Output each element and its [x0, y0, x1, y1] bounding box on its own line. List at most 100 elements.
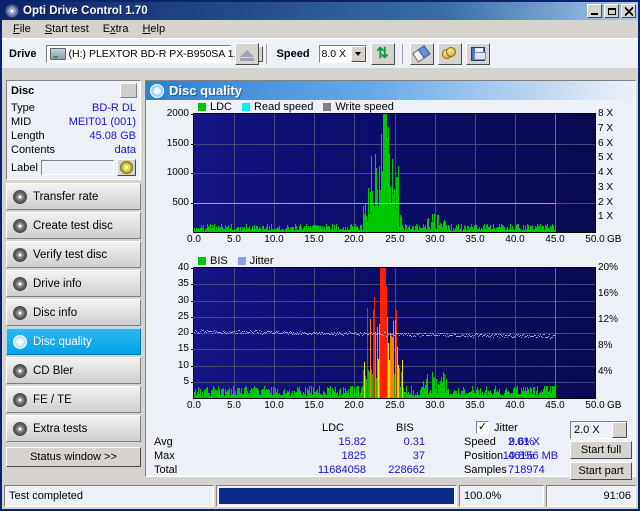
start-part-button[interactable]: Start part — [570, 462, 632, 480]
tick-mark — [191, 349, 194, 350]
eject-icon — [239, 50, 254, 61]
stats-ldc-total: 11684058 — [317, 464, 366, 476]
toolbar-divider — [265, 43, 267, 64]
sidebar-item-disc-info[interactable]: Disc info — [6, 299, 141, 326]
start-full-button[interactable]: Start full — [570, 441, 632, 459]
axis-line — [193, 113, 596, 114]
speed-select[interactable]: 8.0 X — [318, 44, 367, 63]
sidebar-item-verify-test-disc[interactable]: Verify test disc — [6, 241, 141, 268]
x-axis-tick: 30.0 — [425, 400, 445, 411]
erase-button[interactable] — [409, 42, 434, 65]
disc-label-row: Label — [11, 159, 136, 176]
stats-bis-max: 37 — [412, 450, 425, 462]
page-title: Disc quality — [169, 83, 242, 98]
y2-axis-tick: 20% — [598, 262, 619, 273]
window-title: Opti Drive Control 1.70 — [23, 5, 148, 17]
y-axis-tick: 500 — [172, 197, 189, 208]
eraser-icon — [411, 44, 432, 63]
save-button[interactable] — [465, 42, 490, 65]
position-marker — [555, 114, 556, 232]
sidebar-item-extra-tests[interactable]: Extra tests — [6, 415, 141, 442]
tick-mark — [191, 203, 194, 204]
disc-row-length: Length 45.08 GB — [11, 129, 136, 143]
disc-row-key: MID — [11, 116, 32, 128]
sidebar-item-drive-info[interactable]: Drive info — [6, 270, 141, 297]
sidebar-item-label: FE / TE — [33, 393, 72, 406]
tick-mark — [191, 317, 194, 318]
disc-row-mid: MID MEIT01 (001) — [11, 115, 136, 129]
title-bar: Opti Drive Control 1.70 — [2, 2, 638, 20]
y-axis-tick: 2000 — [166, 108, 189, 119]
cd-icon — [120, 161, 133, 174]
sidebar-item-fe-te[interactable]: FE / TE — [6, 386, 141, 413]
elapsed-time: 91:06 — [546, 485, 636, 507]
read-speed-line — [194, 203, 556, 204]
y2-axis-tick: 8 X — [598, 108, 614, 119]
y-axis-tick: 5 — [183, 376, 189, 387]
y2-axis-tick: 5 X — [598, 152, 614, 163]
y-axis-tick: 30 — [177, 295, 189, 306]
menu-help[interactable]: Help — [135, 21, 172, 37]
disc-row-key: Length — [11, 130, 45, 142]
eject-button[interactable] — [234, 42, 259, 65]
chart-ldc[interactable] — [193, 113, 596, 233]
legend-swatch — [198, 257, 206, 265]
axis-line — [595, 267, 596, 399]
x-axis-tick: 25.0 — [385, 234, 405, 245]
chevron-down-icon[interactable] — [612, 422, 627, 438]
disc-row-key: Type — [11, 102, 35, 114]
disc-info-thumb — [120, 83, 137, 98]
sidebar-item-transfer-rate[interactable]: Transfer rate — [6, 183, 141, 210]
legend-swatch — [323, 103, 332, 111]
y2-axis-tick: 1 X — [598, 211, 614, 222]
chart-bis[interactable] — [193, 267, 596, 399]
legend-label: LDC — [210, 101, 233, 113]
disc-label-button[interactable] — [117, 159, 136, 176]
chevron-down-icon[interactable] — [350, 45, 366, 62]
disc-row-type: Type BD-R DL — [11, 101, 136, 115]
stats-row-total: Total — [154, 464, 178, 476]
menu-start-test[interactable]: Start test — [38, 21, 96, 37]
refresh-button[interactable]: ⇅ — [370, 42, 395, 65]
axis-line — [193, 267, 596, 268]
sidebar-item-cd-bler[interactable]: CD Bler — [6, 357, 141, 384]
y2-axis-tick: 12% — [598, 314, 619, 325]
app-window: Opti Drive Control 1.70 File Start test … — [0, 0, 640, 511]
maximize-button[interactable] — [604, 4, 619, 18]
minimize-button[interactable] — [587, 4, 602, 18]
disc-label-key: Label — [11, 161, 38, 174]
y2-axis-tick: 3 X — [598, 182, 614, 193]
x-axis-unit: GB — [607, 234, 622, 245]
sidebar-item-create-test-disc[interactable]: Create test disc — [6, 212, 141, 239]
menu-file[interactable]: File — [6, 21, 38, 37]
jitter-checkbox[interactable]: ✓ — [476, 421, 489, 434]
menu-extra[interactable]: Extra — [96, 21, 136, 37]
x-axis-tick: 5.0 — [227, 400, 241, 411]
x-axis-tick: 40.0 — [505, 234, 525, 245]
disc-info-title: Disc — [11, 84, 35, 97]
coins-icon — [442, 47, 457, 60]
tick-mark — [191, 382, 194, 383]
disc-icon — [13, 276, 27, 291]
toolbar: Drive (H:) PLEXTOR BD-R PX-B950SA 1.04 S… — [2, 38, 638, 68]
stats-row-max: Max — [154, 450, 175, 462]
coins-button[interactable] — [437, 42, 462, 65]
stats-samples-value: 718974 — [508, 464, 545, 476]
x-axis-tick: 35.0 — [465, 234, 485, 245]
drive-label: Drive — [9, 47, 37, 60]
x-axis-unit: GB — [607, 400, 622, 411]
drive-select[interactable]: (H:) PLEXTOR BD-R PX-B950SA 1.04 — [45, 44, 264, 63]
disc-label-input[interactable] — [40, 160, 114, 175]
sidebar-item-disc-quality[interactable]: Disc quality — [6, 328, 141, 355]
disc-icon — [13, 247, 27, 262]
main-content: Disc Type BD-R DL MID MEIT01 (001) Lengt… — [4, 80, 636, 480]
refresh-icon: ⇅ — [376, 45, 389, 62]
sidebar-item-label: Extra tests — [33, 422, 88, 435]
x-axis-tick: 40.0 — [505, 400, 525, 411]
close-button[interactable] — [621, 4, 636, 18]
test-speed-select[interactable]: 2.0 X — [570, 421, 628, 439]
tick-mark — [191, 268, 194, 269]
y2-axis-tick: 4% — [598, 366, 613, 377]
menu-bar: File Start test Extra Help — [2, 20, 638, 38]
status-window-button[interactable]: Status window >> — [6, 447, 141, 467]
